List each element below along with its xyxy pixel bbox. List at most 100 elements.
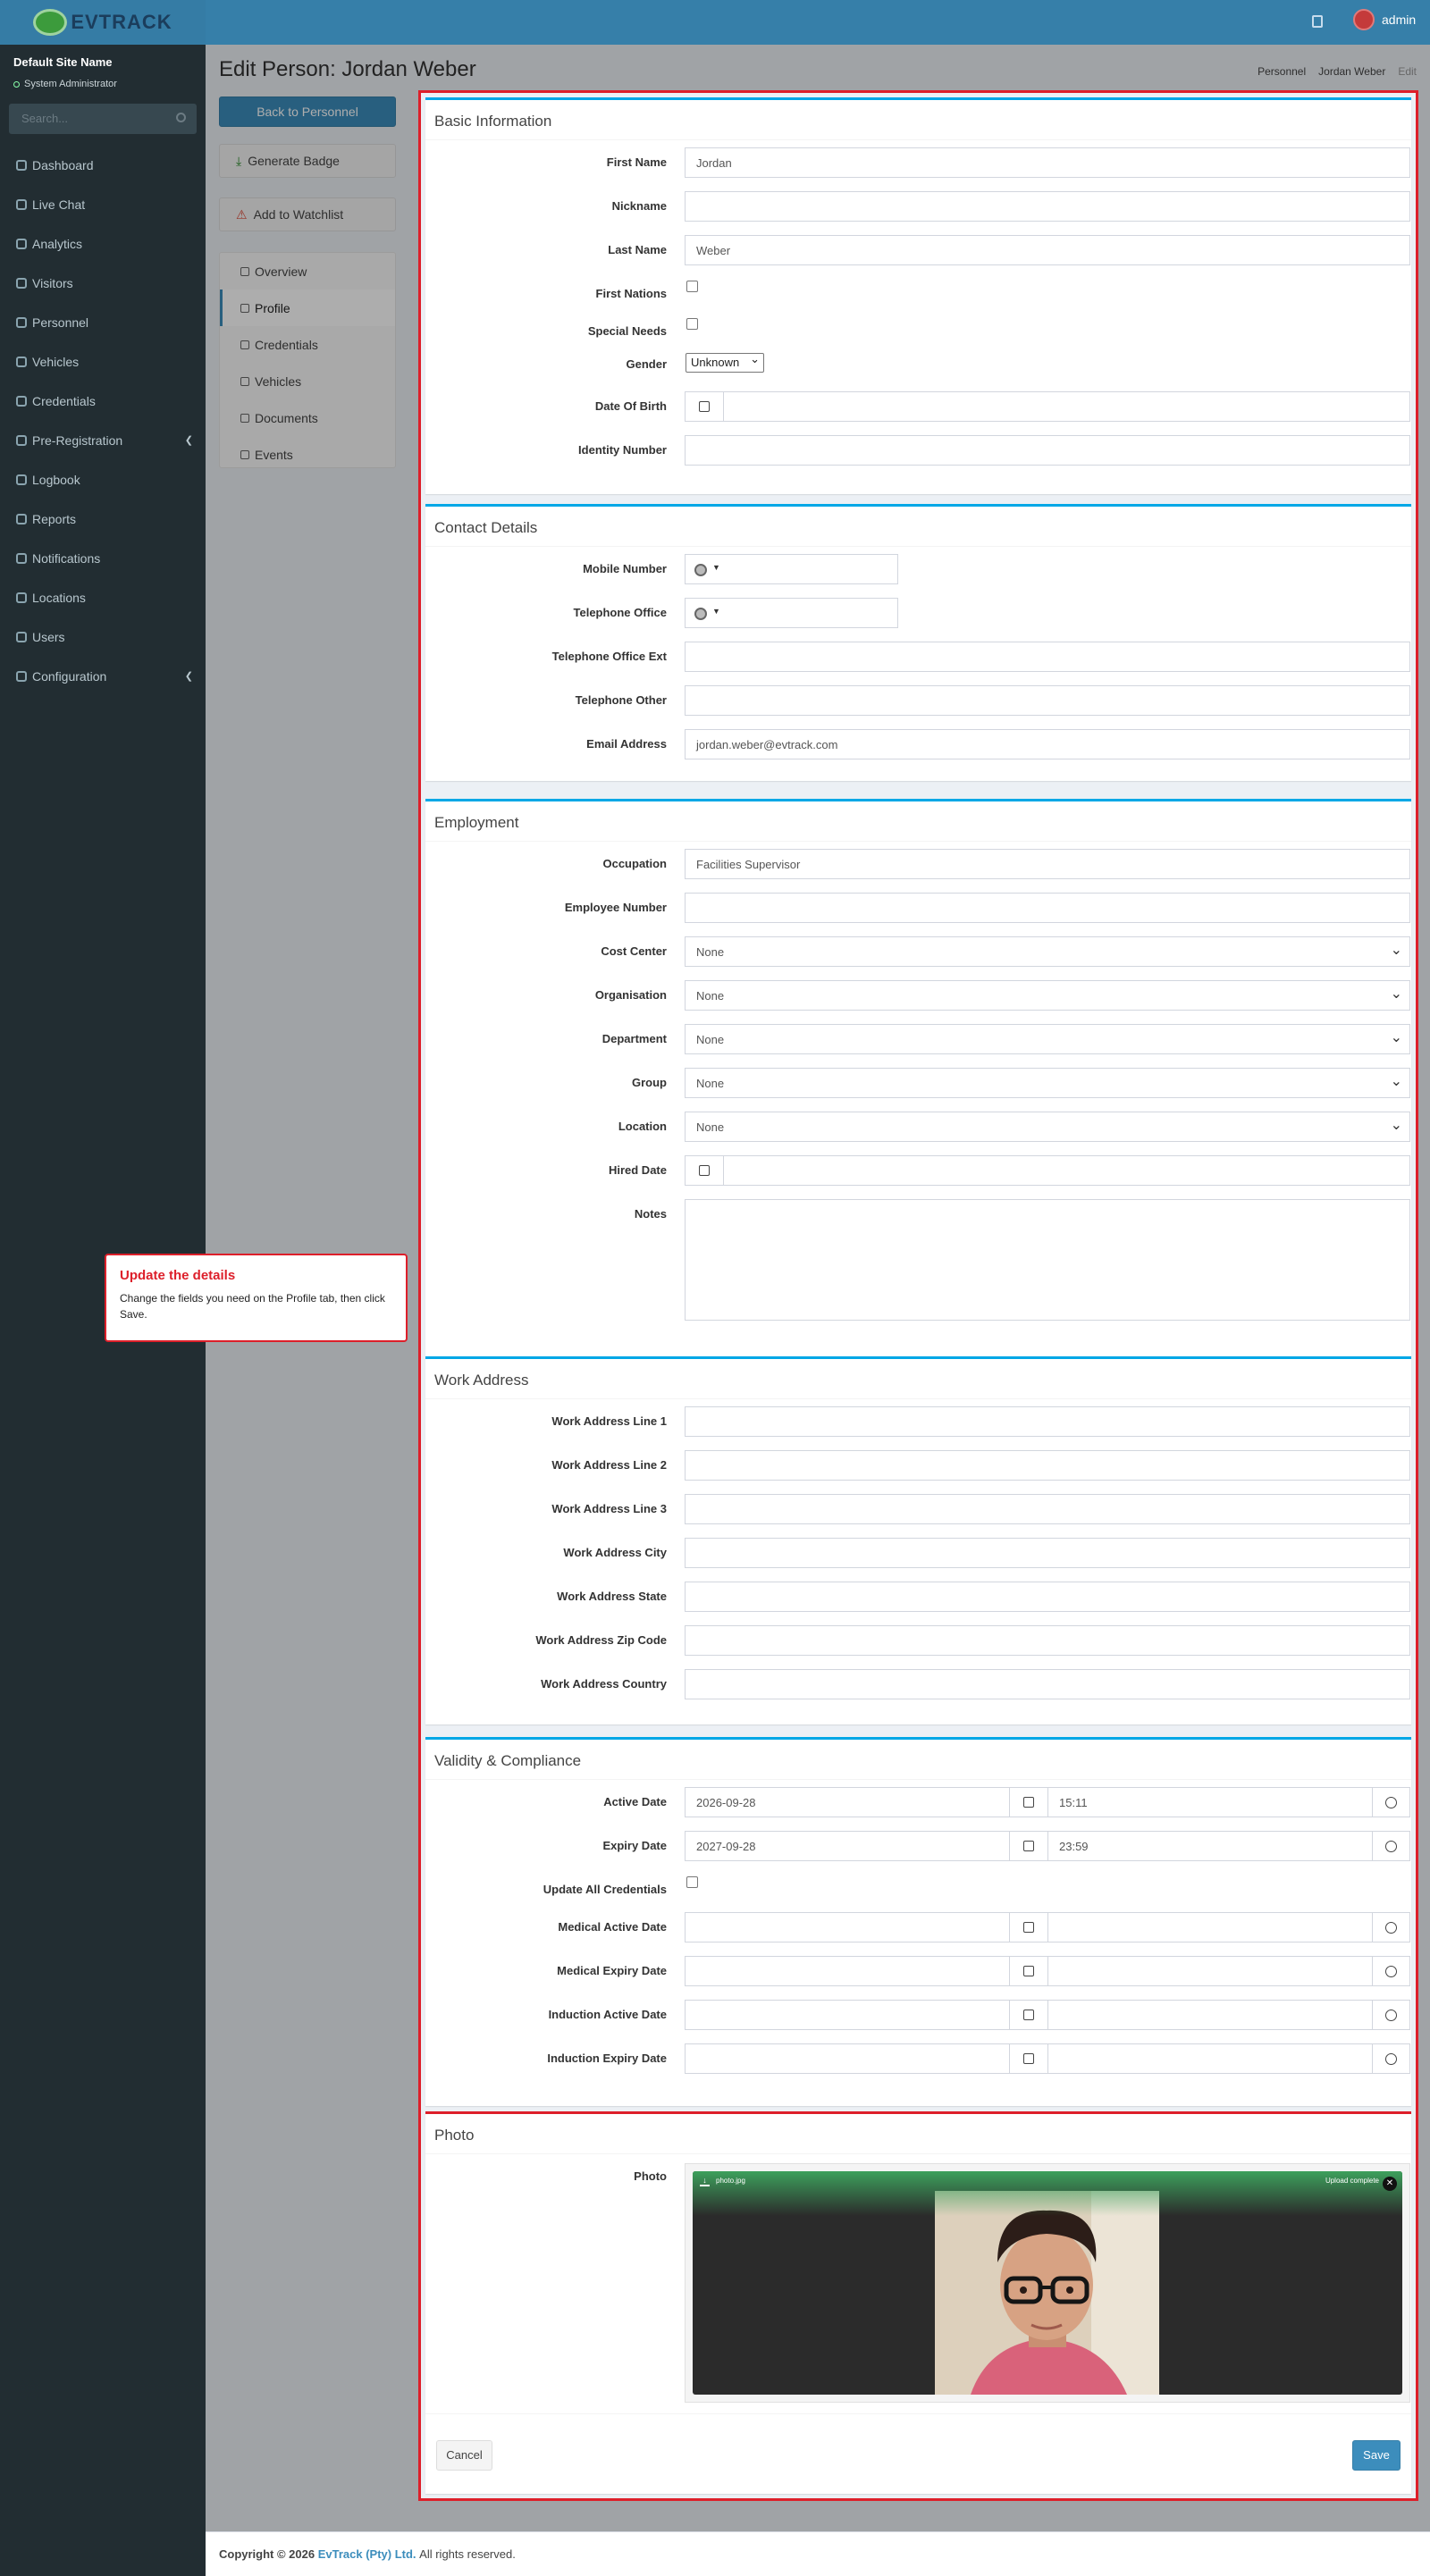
- first-name-input[interactable]: Jordan: [685, 147, 1410, 178]
- hired-calendar-button[interactable]: [685, 1155, 724, 1186]
- save-button[interactable]: Save: [1352, 2440, 1401, 2471]
- notes-textarea[interactable]: [685, 1199, 1410, 1321]
- active-date-input[interactable]: 2026-09-28: [685, 1787, 1010, 1817]
- nickname-input[interactable]: [685, 191, 1410, 222]
- medical-expiry-date-input[interactable]: [685, 1956, 1010, 1986]
- sidebar-item-pre-registration[interactable]: Pre-Registration ❮: [0, 424, 206, 457]
- field-label: Work Address Line 1: [551, 1414, 667, 1428]
- sidebar-item-configuration[interactable]: Configuration ❮: [0, 660, 206, 692]
- telephone-office-input[interactable]: ▼: [685, 598, 898, 628]
- sidebar-search-input[interactable]: Search...: [9, 104, 197, 134]
- medical-expiry-calendar-button[interactable]: [1009, 1956, 1048, 1986]
- sidebar-item-dashboard[interactable]: Dashboard: [0, 149, 206, 181]
- remove-photo-icon[interactable]: ✕: [1383, 2177, 1397, 2191]
- photo-uploader[interactable]: ↓ photo.jpg Upload complete ✕: [685, 2163, 1410, 2403]
- work-address-city-input[interactable]: [685, 1538, 1410, 1568]
- induction-expiry-calendar-button[interactable]: [1009, 2043, 1048, 2074]
- department-select[interactable]: None: [685, 1024, 1410, 1054]
- sidebar-item-users[interactable]: Users: [0, 621, 206, 653]
- dob-calendar-button[interactable]: [685, 391, 724, 422]
- special-needs-checkbox[interactable]: [686, 318, 698, 330]
- induction-expiry-time-button[interactable]: [1372, 2043, 1410, 2074]
- work-address-row: Work Address Line 3: [425, 1487, 1411, 1531]
- telephone-other-input[interactable]: [685, 685, 1410, 716]
- active-time-input[interactable]: 15:11: [1047, 1787, 1373, 1817]
- globe-icon[interactable]: [694, 608, 707, 620]
- calendar-icon: [699, 1165, 710, 1176]
- telephone-ext-input[interactable]: [685, 642, 1410, 672]
- user-menu[interactable]: admin: [1353, 9, 1416, 30]
- active-time-button[interactable]: [1372, 1787, 1410, 1817]
- medical-active-date-input[interactable]: [685, 1912, 1010, 1942]
- expiry-time-button[interactable]: [1372, 1831, 1410, 1861]
- induction-expiry-date-input[interactable]: [685, 2043, 1010, 2074]
- update-all-credentials-row: Update All Credentials: [425, 1867, 1411, 1905]
- occupation-input[interactable]: Facilities Supervisor: [685, 849, 1410, 879]
- bell-icon[interactable]: [1312, 15, 1323, 28]
- medical-active-calendar-button[interactable]: [1009, 1912, 1048, 1942]
- medical-expiry-time-input[interactable]: [1047, 1956, 1373, 1986]
- group-select[interactable]: None: [685, 1068, 1410, 1098]
- photo-row: Photo ↓ photo.jpg Upload complete ✕: [425, 2154, 1411, 2413]
- cancel-button[interactable]: Cancel: [436, 2440, 492, 2471]
- induction-active-date-input[interactable]: [685, 2000, 1010, 2030]
- expiry-date-calendar-button[interactable]: [1009, 1831, 1048, 1861]
- expiry-date-row: Expiry Date 2027-09-28 23:59: [425, 1824, 1411, 1867]
- location-select[interactable]: None: [685, 1112, 1410, 1142]
- work-address-country-input[interactable]: [685, 1669, 1410, 1699]
- eye-icon: [16, 278, 27, 289]
- work-address-line2-input[interactable]: [685, 1450, 1410, 1481]
- employee-number-input[interactable]: [685, 893, 1410, 923]
- email-input[interactable]: jordan.weber@evtrack.com: [685, 729, 1410, 759]
- app-logo[interactable]: EVTRACK: [0, 0, 206, 45]
- induction-active-calendar-button[interactable]: [1009, 2000, 1048, 2030]
- field-label: Photo: [634, 2169, 667, 2183]
- identity-row: Identity Number: [425, 428, 1411, 472]
- sidebar-item-visitors[interactable]: Visitors: [0, 267, 206, 299]
- sidebar-item-personnel[interactable]: Personnel: [0, 306, 206, 339]
- induction-active-time-input[interactable]: [1047, 2000, 1373, 2030]
- gender-select[interactable]: Unknown: [686, 352, 764, 373]
- globe-icon[interactable]: [694, 564, 707, 576]
- organisation-select[interactable]: None: [685, 980, 1410, 1011]
- search-icon[interactable]: [176, 113, 186, 122]
- footer-company-link[interactable]: EvTrack (Pty) Ltd.: [318, 2547, 416, 2561]
- work-address-state-input[interactable]: [685, 1582, 1410, 1612]
- induction-active-time-button[interactable]: [1372, 2000, 1410, 2030]
- sidebar-item-logbook[interactable]: Logbook: [0, 464, 206, 496]
- medical-active-time-input[interactable]: [1047, 1912, 1373, 1942]
- expiry-time-input[interactable]: 23:59: [1047, 1831, 1373, 1861]
- work-address-line3-input[interactable]: [685, 1494, 1410, 1524]
- work-address-line1-input[interactable]: [685, 1406, 1410, 1437]
- sidebar-item-analytics[interactable]: Analytics: [0, 228, 206, 260]
- dob-input[interactable]: [723, 391, 1410, 422]
- box-divider: [425, 2413, 1411, 2426]
- users-icon: [16, 632, 27, 642]
- field-label: Work Address State: [557, 1590, 667, 1603]
- field-label: First Name: [606, 155, 667, 169]
- work-address-zip-input[interactable]: [685, 1625, 1410, 1656]
- medical-active-time-button[interactable]: [1372, 1912, 1410, 1942]
- hired-date-input[interactable]: [723, 1155, 1410, 1186]
- field-label: Induction Active Date: [548, 2008, 667, 2021]
- medical-expiry-time-button[interactable]: [1372, 1956, 1410, 1986]
- sidebar-item-reports[interactable]: Reports: [0, 503, 206, 535]
- sidebar-item-locations[interactable]: Locations: [0, 582, 206, 614]
- induction-expiry-time-input[interactable]: [1047, 2043, 1373, 2074]
- mobile-number-input[interactable]: ▼: [685, 554, 898, 584]
- gear-icon: [16, 671, 27, 682]
- download-icon[interactable]: ↓: [700, 2177, 710, 2186]
- last-name-input[interactable]: Weber: [685, 235, 1410, 265]
- cost-center-select[interactable]: None: [685, 936, 1410, 967]
- update-all-credentials-checkbox[interactable]: [686, 1876, 698, 1888]
- sidebar-item-notifications[interactable]: Notifications: [0, 542, 206, 575]
- sidebar-item-credentials[interactable]: Credentials: [0, 385, 206, 417]
- sidebar-item-vehicles[interactable]: Vehicles: [0, 346, 206, 378]
- active-date-calendar-button[interactable]: [1009, 1787, 1048, 1817]
- first-nations-checkbox[interactable]: [686, 281, 698, 292]
- sidebar-item-live-chat[interactable]: Live Chat: [0, 189, 206, 221]
- calendar-icon: [1023, 1922, 1034, 1933]
- identity-number-input[interactable]: [685, 435, 1410, 466]
- expiry-date-input[interactable]: 2027-09-28: [685, 1831, 1010, 1861]
- field-label: Work Address Line 3: [551, 1502, 667, 1515]
